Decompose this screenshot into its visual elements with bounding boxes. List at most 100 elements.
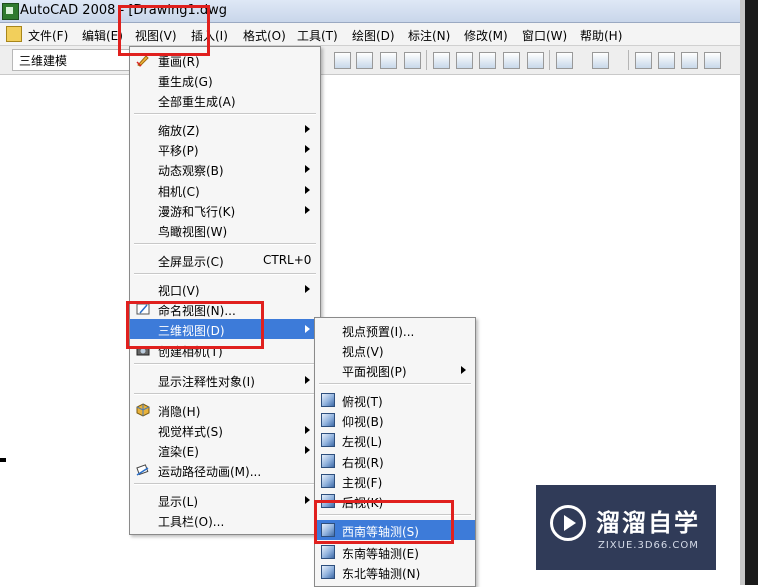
menu-bar: 文件(F) 编辑(E) 视图(V) 插入(I) 格式(O) 工具(T) 绘图(D…	[0, 23, 745, 46]
menu-separator	[134, 483, 316, 485]
menu-item-label: 全部重生成(A)	[158, 95, 236, 109]
submenu-item-label: 东北等轴测(N)	[342, 567, 421, 581]
menu-item-label: 工具栏(O)...	[158, 515, 225, 529]
menu-separator	[134, 273, 316, 275]
plot-icon[interactable]	[334, 52, 351, 69]
standard-toolbar: 三维建模	[0, 46, 745, 75]
menu-item-label: 相机(C)	[158, 185, 200, 199]
zoom-window-icon[interactable]	[681, 52, 698, 69]
menu-item-label: 显示注释性对象(I)	[158, 375, 255, 389]
view-menu-item-pan[interactable]: 平移(P)	[130, 139, 320, 159]
view-menu-item-viewports[interactable]: 视口(V)	[130, 279, 320, 299]
bottom-view-icon	[321, 413, 335, 427]
menu-separator	[134, 113, 316, 115]
view-menu-item-orbit[interactable]: 动态观察(B)	[130, 159, 320, 179]
submenu-item-label: 视点预置(I)...	[342, 325, 415, 339]
submenu-arrow-icon	[305, 285, 310, 293]
paste-icon[interactable]	[479, 52, 496, 69]
match-properties-icon[interactable]	[503, 52, 520, 69]
submenu-arrow-icon	[305, 426, 310, 434]
pan-realtime-icon[interactable]	[635, 52, 652, 69]
submenu-arrow-icon	[461, 366, 466, 374]
crosshair-mark	[0, 458, 6, 462]
submenu-item-se-isometric[interactable]: 东南等轴测(E)	[315, 542, 475, 562]
cut-icon[interactable]	[433, 52, 450, 69]
view-menu-item-toolbars[interactable]: 工具栏(O)...	[130, 510, 320, 530]
ne-isometric-icon	[321, 565, 335, 579]
menu-file[interactable]: 文件(F)	[28, 27, 68, 44]
view-menu-item-visual-styles[interactable]: 视觉样式(S)	[130, 420, 320, 440]
menu-dimension[interactable]: 标注(N)	[408, 27, 450, 44]
view-menu-item-walk-fly[interactable]: 漫游和飞行(K)	[130, 200, 320, 220]
menu-item-label: 视口(V)	[158, 284, 200, 298]
menu-item-label: 缩放(Z)	[158, 124, 200, 138]
menu-edit[interactable]: 编辑(E)	[82, 27, 123, 44]
view-menu-item-hide[interactable]: 消隐(H)	[130, 400, 320, 420]
view-menu-item-aerial-view[interactable]: 鸟瞰视图(W)	[130, 220, 320, 240]
watermark-url: ZIXUE.3D66.COM	[598, 540, 699, 551]
menu-item-label: 重生成(G)	[158, 75, 213, 89]
undo-icon[interactable]	[556, 52, 573, 69]
menu-help[interactable]: 帮助(H)	[580, 27, 622, 44]
workspace-value: 三维建模	[19, 54, 68, 68]
submenu-item-ne-isometric[interactable]: 东北等轴测(N)	[315, 562, 475, 582]
submenu-item-front[interactable]: 主视(F)	[315, 471, 475, 491]
zoom-previous-icon[interactable]	[704, 52, 721, 69]
view-menu-item-fullscreen[interactable]: 全屏显示(C) CTRL+0	[130, 250, 320, 270]
menu-separator	[319, 383, 471, 385]
block-editor-icon[interactable]	[527, 52, 544, 69]
submenu-item-label: 东南等轴测(E)	[342, 547, 419, 561]
window-border	[745, 0, 758, 585]
zoom-realtime-icon[interactable]	[658, 52, 675, 69]
submenu-item-label: 主视(F)	[342, 476, 383, 490]
menu-item-label: 运动路径动画(M)...	[158, 465, 262, 479]
left-view-icon	[321, 433, 335, 447]
se-isometric-icon	[321, 545, 335, 559]
submenu-item-top[interactable]: 俯视(T)	[315, 390, 475, 410]
submenu-arrow-icon	[305, 125, 310, 133]
submenu-item-label: 仰视(B)	[342, 415, 384, 429]
watermark-title: 溜溜自学	[596, 509, 700, 537]
redo-icon[interactable]	[592, 52, 609, 69]
3d-dwf-icon[interactable]	[404, 52, 421, 69]
menu-draw[interactable]: 绘图(D)	[352, 27, 395, 44]
menu-modify[interactable]: 修改(M)	[464, 27, 508, 44]
view-menu-item-motion-path[interactable]: 运动路径动画(M)...	[130, 460, 320, 480]
submenu-item-plan-view[interactable]: 平面视图(P)	[315, 360, 475, 380]
menu-separator	[134, 363, 316, 365]
publish-icon[interactable]	[380, 52, 397, 69]
submenu-item-viewpoint-presets[interactable]: 视点预置(I)...	[315, 320, 475, 340]
menu-tools[interactable]: 工具(T)	[297, 27, 338, 44]
menu-item-label: 显示(L)	[158, 495, 199, 509]
view-menu-item-render[interactable]: 渲染(E)	[130, 440, 320, 460]
menu-separator	[134, 243, 316, 245]
submenu-item-label: 视点(V)	[342, 345, 384, 359]
submenu-item-right[interactable]: 右视(R)	[315, 451, 475, 471]
menu-item-label: 消隐(H)	[158, 405, 201, 419]
menu-item-label: 平移(P)	[158, 144, 199, 158]
view-menu-item-display[interactable]: 显示(L)	[130, 490, 320, 510]
view-menu-item-zoom[interactable]: 缩放(Z)	[130, 119, 320, 139]
document-icon[interactable]	[6, 26, 22, 42]
title-bar: AutoCAD 2008 - [Drawing1.dwg	[0, 0, 745, 23]
submenu-arrow-icon	[305, 206, 310, 214]
autocad-app-icon[interactable]	[2, 3, 19, 20]
submenu-item-label: 平面视图(P)	[342, 365, 407, 379]
submenu-item-left[interactable]: 左视(L)	[315, 430, 475, 450]
submenu-item-bottom[interactable]: 仰视(B)	[315, 410, 475, 430]
menu-window[interactable]: 窗口(W)	[522, 27, 567, 44]
view-menu-item-camera[interactable]: 相机(C)	[130, 180, 320, 200]
view-menu-item-regen[interactable]: 重生成(G)	[130, 70, 320, 90]
annotation-box-view-menu	[118, 5, 210, 56]
view-menu-item-annotative-objects[interactable]: 显示注释性对象(I)	[130, 370, 320, 390]
submenu-arrow-icon	[305, 446, 310, 454]
copy-icon[interactable]	[456, 52, 473, 69]
annotation-box-3d-views	[126, 301, 264, 349]
plot-preview-icon[interactable]	[356, 52, 373, 69]
view-menu-item-regen-all[interactable]: 全部重生成(A)	[130, 90, 320, 110]
workspace-select[interactable]: 三维建模	[12, 49, 134, 71]
toolbar-separator	[549, 50, 550, 70]
submenu-item-viewpoint[interactable]: 视点(V)	[315, 340, 475, 360]
menu-format[interactable]: 格式(O)	[243, 27, 286, 44]
menu-item-label: 鸟瞰视图(W)	[158, 225, 228, 239]
